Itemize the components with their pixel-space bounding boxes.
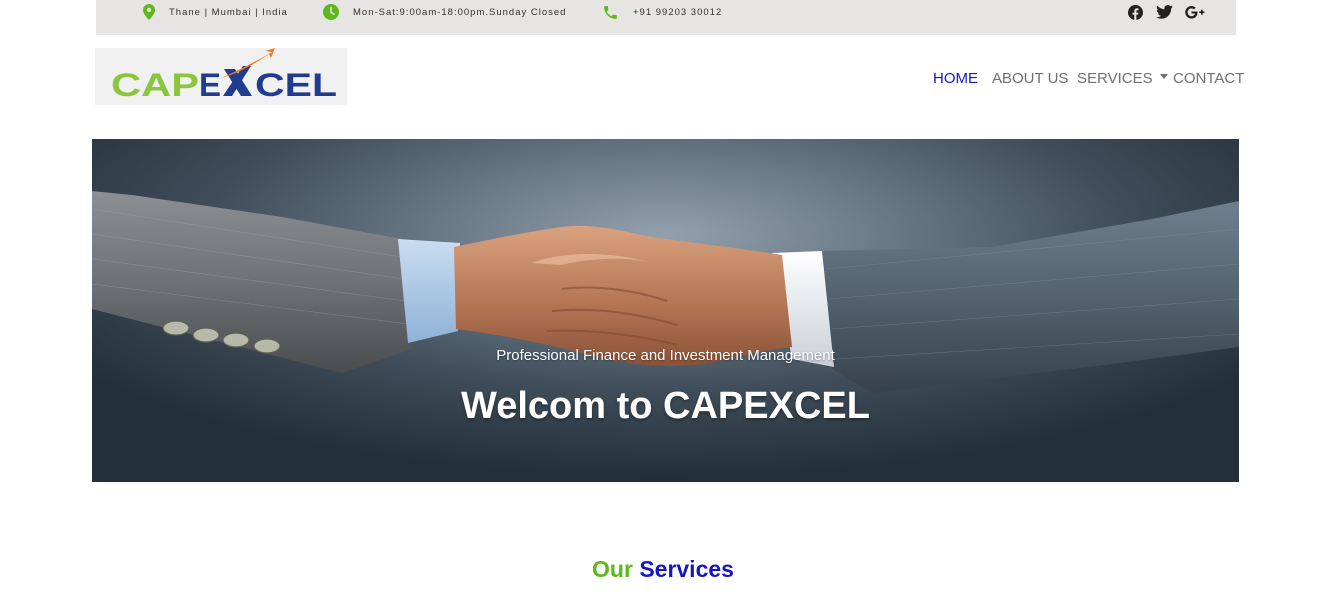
dropdown-caret-icon <box>1159 73 1168 79</box>
location-info: Thane | Mumbai | India <box>143 0 288 24</box>
clock-icon <box>323 4 339 20</box>
heading-word-services: Services <box>639 556 734 582</box>
top-info-bar: Thane | Mumbai | India Mon-Sat:9:00am-18… <box>96 0 1236 35</box>
our-services-heading: Our Services <box>0 556 1326 583</box>
phone-info[interactable]: +91 99203 30012 <box>602 0 722 24</box>
hours-info: Mon-Sat:9:00am-18:00pm.Sunday Closed <box>323 0 566 24</box>
hours-text: Mon-Sat:9:00am-18:00pm.Sunday Closed <box>353 6 567 18</box>
hero-title: Welcom to CAPEXCEL <box>461 385 870 427</box>
facebook-icon[interactable] <box>1127 4 1143 20</box>
nav-contact[interactable]: CONTACT <box>1173 67 1244 89</box>
logo-part-cap: CAP <box>111 67 199 103</box>
location-text: Thane | Mumbai | India <box>169 6 288 18</box>
logo-part-e: E <box>199 67 221 103</box>
logo-part-cel: CEL <box>255 67 337 103</box>
nav-about[interactable]: ABOUT US <box>992 67 1068 89</box>
phone-icon <box>604 5 617 19</box>
phone-text: +91 99203 30012 <box>633 6 723 18</box>
nav-home-label[interactable]: HOME <box>933 70 978 87</box>
twitter-icon[interactable] <box>1155 4 1173 20</box>
map-pin-icon <box>143 4 155 20</box>
hero-banner: Professional Finance and Investment Mana… <box>92 139 1239 482</box>
nav-about-label[interactable]: ABOUT US <box>992 70 1068 87</box>
heading-word-our: Our <box>592 556 633 582</box>
capexcel-logo[interactable]: CAP E CEL <box>95 48 347 105</box>
nav-home[interactable]: HOME <box>933 67 978 89</box>
nav-services-dropdown[interactable]: SERVICES <box>1077 67 1168 89</box>
handshake-image <box>92 191 1239 393</box>
hero-subtitle: Professional Finance and Investment Mana… <box>496 347 835 364</box>
google-plus-icon[interactable] <box>1184 4 1206 20</box>
nav-contact-label[interactable]: CONTACT <box>1173 70 1244 87</box>
nav-services-label[interactable]: SERVICES <box>1077 70 1153 87</box>
